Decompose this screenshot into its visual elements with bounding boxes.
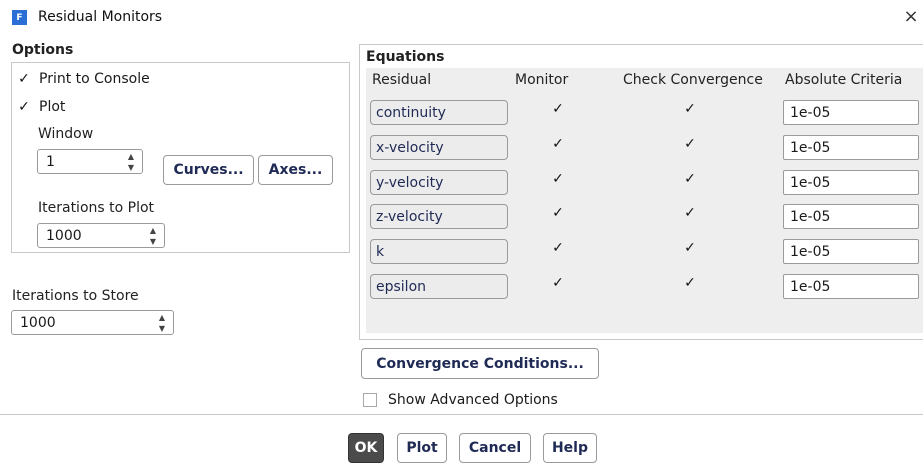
axes-button[interactable]: Axes... [258, 155, 333, 185]
footer-divider [0, 414, 923, 415]
plot-checkbox[interactable]: ✓ Plot [17, 99, 65, 115]
monitor-checkbox[interactable]: ✓ [551, 276, 565, 290]
residual-field[interactable]: x-velocity [370, 135, 508, 160]
print-to-console-checkbox[interactable]: ✓ Print to Console [17, 71, 150, 87]
spin-up-icon[interactable]: ▲ [128, 152, 134, 161]
ok-button[interactable]: OK [348, 433, 384, 463]
residual-field[interactable]: k [370, 239, 508, 264]
window-spinner[interactable]: 1 ▲ ▼ [37, 149, 143, 174]
absolute-criteria-input[interactable]: 1e-05 [783, 100, 919, 125]
check-convergence-checkbox[interactable]: ✓ [683, 102, 697, 116]
equations-title: Equations [366, 49, 445, 65]
plot-button[interactable]: Plot [397, 433, 447, 463]
curves-button[interactable]: Curves... [163, 155, 254, 185]
residual-field[interactable]: epsilon [370, 274, 508, 299]
monitor-checkbox[interactable]: ✓ [551, 206, 565, 220]
absolute-criteria-input[interactable]: 1e-05 [783, 204, 919, 229]
show-advanced-options-checkbox[interactable]: Show Advanced Options [363, 392, 558, 408]
spinner-arrows-icon[interactable]: ▲ ▼ [126, 152, 136, 172]
monitor-checkbox[interactable]: ✓ [551, 137, 565, 151]
options-title: Options [12, 42, 74, 58]
iterations-to-store-spinner[interactable]: 1000 ▲ ▼ [11, 310, 174, 335]
check-convergence-checkbox[interactable]: ✓ [683, 276, 697, 290]
show-advanced-box[interactable] [363, 393, 377, 407]
spin-down-icon[interactable]: ▼ [159, 324, 165, 333]
cancel-button[interactable]: Cancel [459, 433, 531, 463]
print-to-console-check[interactable]: ✓ [17, 72, 31, 86]
plot-check[interactable]: ✓ [17, 100, 31, 114]
iterations-to-plot-spinner[interactable]: 1000 ▲ ▼ [37, 223, 165, 248]
header-residual: Residual [372, 72, 432, 88]
show-advanced-label: Show Advanced Options [388, 392, 558, 408]
monitor-checkbox[interactable]: ✓ [551, 241, 565, 255]
spin-down-icon[interactable]: ▼ [128, 163, 134, 172]
iterations-to-store-value: 1000 [20, 314, 56, 331]
iterations-to-plot-value: 1000 [46, 227, 82, 244]
monitor-checkbox[interactable]: ✓ [551, 172, 565, 186]
absolute-criteria-input[interactable]: 1e-05 [783, 274, 919, 299]
iterations-to-plot-label: Iterations to Plot [38, 200, 155, 216]
spinner-arrows-icon[interactable]: ▲ ▼ [157, 313, 167, 333]
title-bar: F Residual Monitors × [0, 0, 923, 36]
window-title: Residual Monitors [38, 9, 163, 25]
window-label: Window [38, 126, 94, 142]
check-convergence-checkbox[interactable]: ✓ [683, 172, 697, 186]
spin-up-icon[interactable]: ▲ [159, 313, 165, 322]
convergence-conditions-button[interactable]: Convergence Conditions... [361, 348, 599, 379]
residual-field[interactable]: z-velocity [370, 204, 508, 229]
print-to-console-label: Print to Console [39, 71, 150, 87]
header-check-convergence: Check Convergence [623, 72, 763, 88]
check-convergence-checkbox[interactable]: ✓ [683, 137, 697, 151]
absolute-criteria-input[interactable]: 1e-05 [783, 135, 919, 160]
residual-field[interactable]: continuity [370, 100, 508, 125]
spinner-arrows-icon[interactable]: ▲ ▼ [148, 226, 158, 246]
monitor-checkbox[interactable]: ✓ [551, 102, 565, 116]
check-convergence-checkbox[interactable]: ✓ [683, 241, 697, 255]
window-spinner-value: 1 [46, 153, 55, 170]
spin-down-icon[interactable]: ▼ [150, 237, 156, 246]
header-monitor: Monitor [515, 72, 569, 88]
absolute-criteria-input[interactable]: 1e-05 [783, 170, 919, 195]
help-button[interactable]: Help [543, 433, 597, 463]
close-button[interactable]: × [900, 6, 922, 28]
iterations-to-store-label: Iterations to Store [12, 288, 139, 304]
residual-field[interactable]: y-velocity [370, 170, 508, 195]
header-absolute-criteria: Absolute Criteria [785, 72, 903, 88]
check-convergence-checkbox[interactable]: ✓ [683, 206, 697, 220]
spin-up-icon[interactable]: ▲ [150, 226, 156, 235]
app-icon: F [12, 10, 27, 25]
absolute-criteria-input[interactable]: 1e-05 [783, 239, 919, 264]
plot-label: Plot [39, 99, 66, 115]
